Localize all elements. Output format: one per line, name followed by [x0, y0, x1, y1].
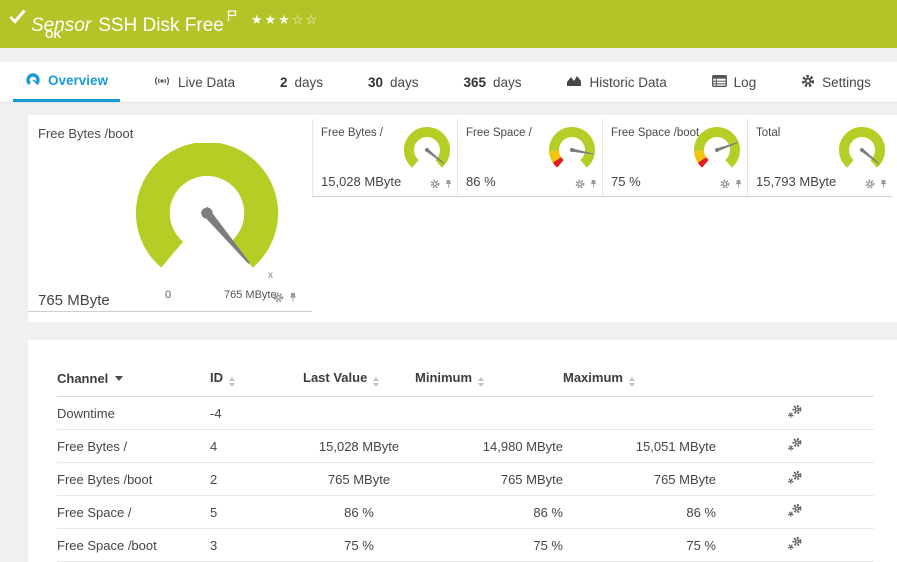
gauge-tile-free-bytes-boot[interactable]: Free Bytes /boot x 0 765 MByte 765 MByte: [28, 115, 312, 312]
pin-icon[interactable]: [288, 290, 298, 308]
column-header-last-value[interactable]: Last Value: [303, 370, 415, 397]
gear-icon[interactable]: [430, 176, 440, 194]
table-row: Free Bytes /boot 2 765 MByte 765 MByte 7…: [57, 463, 874, 496]
gauge-title: Free Bytes /boot: [38, 126, 134, 141]
gauge-tile-total[interactable]: Total 15,793 MByte: [747, 119, 892, 197]
broadcast-icon: [153, 74, 171, 91]
column-header-id[interactable]: ID: [210, 370, 303, 397]
gear-icon[interactable]: [575, 176, 585, 194]
gauge-scale-max: 765 MByte: [224, 289, 277, 301]
small-gauges-row: Free Bytes / 15,028 MByte Free Space / 8…: [312, 119, 892, 197]
table-row: Free Bytes / 4 15,028 MByte 14,980 MByte…: [57, 430, 874, 463]
channel-settings-gears-icon[interactable]: [787, 404, 803, 422]
channel-settings-gears-icon[interactable]: [787, 536, 803, 554]
channel-name: Free Bytes /: [57, 438, 128, 454]
gauges-panel: Free Bytes /boot x 0 765 MByte 765 MByte…: [28, 115, 897, 322]
status-badge: OK: [45, 29, 62, 41]
sort-icon: [373, 377, 380, 387]
gear-icon: [801, 74, 815, 91]
pin-icon[interactable]: [734, 176, 743, 194]
gauge-tile-free-space-boot[interactable]: Free Space /boot 75 %: [602, 119, 747, 197]
log-list-icon: [711, 74, 727, 90]
tab-2-days[interactable]: 2 days: [268, 62, 335, 102]
gear-icon[interactable]: [273, 290, 284, 308]
sort-desc-icon: [115, 376, 124, 381]
table-row: Free Space / 5 86 % 86 % 86 %: [57, 496, 874, 529]
table-header-row: Channel ID Last Value Minimum Maximum: [57, 370, 874, 397]
pin-icon[interactable]: [444, 176, 453, 194]
gauge-tile-free-space-root[interactable]: Free Space / 86 %: [457, 119, 602, 197]
sort-icon: [628, 377, 635, 387]
sort-icon: [478, 377, 485, 387]
tab-settings[interactable]: Settings: [789, 62, 883, 102]
column-header-maximum[interactable]: Maximum: [563, 370, 716, 397]
area-chart-icon: [566, 74, 582, 90]
channel-settings-gears-icon[interactable]: [787, 470, 803, 488]
sort-icon: [229, 377, 235, 387]
gear-icon[interactable]: [720, 176, 730, 194]
tab-overview[interactable]: Overview: [13, 62, 121, 102]
page-title: Sensor SSH Disk Free ★★★☆☆: [31, 6, 319, 37]
tab-bar: Overview Live Data 2 days 30 days 365 days …: [0, 62, 897, 103]
column-header-minimum[interactable]: Minimum: [415, 370, 563, 397]
small-gauge: [404, 127, 450, 168]
gauge-icon: [25, 72, 41, 90]
tab-365-days[interactable]: 365 days: [451, 62, 533, 102]
channel-settings-gears-icon[interactable]: [787, 437, 803, 455]
channel-settings-gears-icon[interactable]: [787, 503, 803, 521]
small-gauge: [839, 127, 885, 168]
channel-name: Free Space /boot: [57, 537, 157, 553]
tab-historic-data[interactable]: Historic Data: [554, 62, 678, 102]
channel-table: Channel ID Last Value Minimum Maximum Do…: [57, 370, 874, 562]
table-row: Downtime -4: [57, 397, 874, 430]
tab-live-data[interactable]: Live Data: [141, 62, 247, 102]
sensor-name: SSH Disk Free: [98, 15, 224, 36]
gauge-tile-free-bytes-root[interactable]: Free Bytes / 15,028 MByte: [312, 119, 457, 197]
check-icon: [9, 9, 26, 29]
main-gauge: [135, 143, 279, 268]
channel-name: Downtime: [57, 405, 115, 421]
sensor-status-bar: Sensor SSH Disk Free ★★★☆☆ OK: [0, 0, 897, 48]
small-gauge: [549, 127, 595, 168]
table-row: Free Space /boot 3 75 % 75 % 75 %: [57, 529, 874, 562]
flag-icon[interactable]: [227, 6, 237, 28]
channel-name: Free Bytes /boot: [57, 471, 153, 487]
small-gauge: [694, 127, 740, 168]
tab-30-days[interactable]: 30 days: [356, 62, 431, 102]
priority-star-rating[interactable]: ★★★☆☆: [251, 12, 319, 27]
channel-name: Free Space /: [57, 504, 132, 520]
tab-log[interactable]: Log: [700, 62, 769, 102]
pin-icon[interactable]: [879, 176, 888, 194]
gauge-value: 765 MByte: [38, 292, 110, 309]
channel-table-panel: Channel ID Last Value Minimum Maximum Do…: [28, 340, 897, 562]
column-header-channel[interactable]: Channel: [57, 370, 210, 397]
gear-icon[interactable]: [865, 176, 875, 194]
gauge-scale-min: 0: [165, 289, 172, 301]
limit-marker: x: [268, 270, 273, 281]
pin-icon[interactable]: [589, 176, 598, 194]
